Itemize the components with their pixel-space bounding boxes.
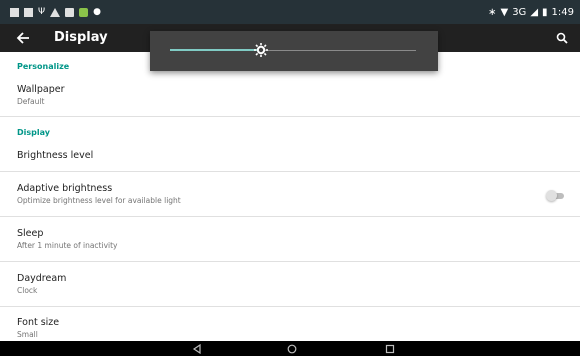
pref-wallpaper[interactable]: Wallpaper Default: [0, 76, 580, 116]
circle-home-icon: [287, 344, 297, 354]
section-header-display: Display: [17, 128, 50, 137]
network-type: 3G: [512, 6, 527, 18]
pref-title: Daydream: [17, 273, 67, 284]
pref-summary: Default: [17, 97, 45, 106]
notification-icons: Ψ ●: [10, 0, 101, 24]
search-button[interactable]: [552, 28, 572, 48]
adaptive-brightness-switch[interactable]: [546, 190, 566, 202]
back-button[interactable]: [14, 28, 32, 48]
pref-brightness-level[interactable]: Brightness level: [0, 142, 580, 170]
arrow-left-icon: [16, 32, 29, 44]
square-recents-icon: [385, 344, 395, 354]
signal-icon: ◢: [530, 6, 539, 18]
bluetooth-icon: ∗: [488, 6, 497, 18]
battery-icon: ▮: [542, 6, 548, 18]
warning-icon: [50, 7, 61, 17]
page-title: Display: [54, 30, 108, 45]
clock: 1:49: [551, 6, 574, 18]
pref-title: Sleep: [17, 228, 44, 239]
pref-title: Font size: [17, 317, 60, 328]
nav-back-button[interactable]: [190, 342, 204, 356]
system-icons: ∗ ▼ 3G ◢ ▮ 1:49: [488, 0, 574, 24]
pref-title: Brightness level: [17, 150, 94, 161]
nav-recents-button[interactable]: [383, 342, 397, 356]
pref-title: Adaptive brightness: [17, 183, 113, 194]
pref-daydream[interactable]: Daydream Clock: [0, 262, 580, 306]
location-icon: ●: [93, 6, 101, 17]
brightness-slider-thumb[interactable]: [251, 40, 271, 60]
pref-summary: Optimize brightness level for available …: [17, 196, 181, 205]
brightness-slider-fill: [170, 49, 261, 51]
image-notification-icon: [24, 7, 33, 17]
divider: [0, 116, 580, 117]
search-icon: [556, 32, 568, 44]
pref-adaptive-brightness[interactable]: Adaptive brightness Optimize brightness …: [0, 172, 580, 216]
pref-summary: Small: [17, 330, 38, 339]
pref-summary: After 1 minute of inactivity: [17, 241, 118, 250]
switch-thumb: [546, 190, 557, 201]
triangle-back-icon: [192, 344, 201, 354]
brightness-dialog: [150, 31, 438, 71]
pref-font-size[interactable]: Font size Small: [0, 307, 580, 341]
nav-home-button[interactable]: [285, 342, 299, 356]
status-bar: Ψ ● ∗ ▼ 3G ◢ ▮ 1:49: [0, 0, 580, 24]
navigation-bar: [0, 341, 580, 356]
pref-summary: Clock: [17, 286, 38, 295]
brightness-icon: [254, 43, 268, 57]
image-notification-icon: [10, 7, 19, 17]
section-header-personalize: Personalize: [17, 62, 70, 71]
wifi-icon: ▼: [500, 6, 509, 18]
usb-icon: Ψ: [38, 6, 46, 17]
lock-icon: [65, 7, 75, 17]
pref-sleep[interactable]: Sleep After 1 minute of inactivity: [0, 217, 580, 261]
pref-title: Wallpaper: [17, 84, 65, 95]
android-icon: [79, 7, 89, 17]
